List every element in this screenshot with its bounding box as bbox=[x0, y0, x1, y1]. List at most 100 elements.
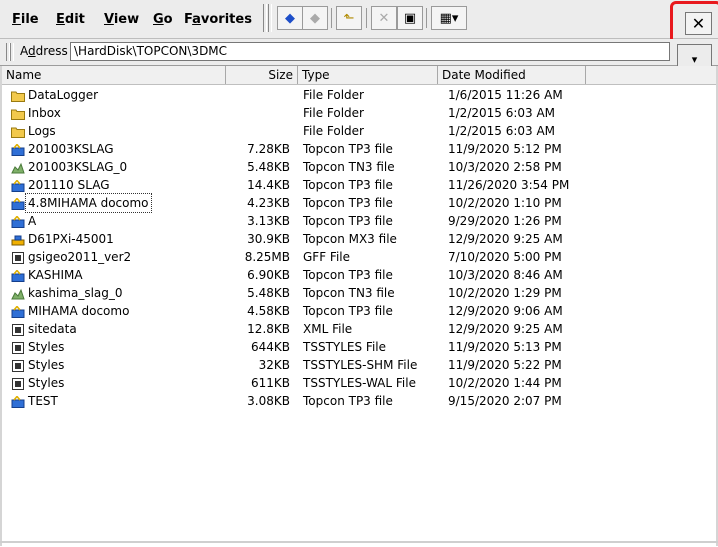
file-name: MIHAMA docomo bbox=[28, 304, 130, 318]
menu-file-accel: F bbox=[12, 12, 21, 27]
file-row[interactable]: 201110 SLAG 14.4KB Topcon TP3 file 11/26/20… bbox=[2, 176, 716, 194]
menu-edit[interactable]: Edit bbox=[52, 9, 89, 31]
menu-favorites[interactable]: Favorites bbox=[180, 9, 256, 31]
toolbar-separator-3 bbox=[426, 8, 427, 28]
file-row[interactable]: sitedata 12.8KB XML File 12/9/2020 9:25 AM bbox=[2, 320, 716, 338]
address-grip-2[interactable] bbox=[10, 43, 14, 61]
file-name: 201003KSLAG bbox=[28, 142, 114, 156]
tp3-file-icon bbox=[11, 197, 25, 210]
address-bar: Address \HardDisk\TOPCON\3DMC bbox=[0, 39, 718, 66]
file-date: 10/2/2020 1:10 PM bbox=[448, 196, 562, 210]
address-label-rest: dress bbox=[35, 44, 68, 58]
column-header-date[interactable]: Date Modified bbox=[438, 66, 586, 84]
file-type: Topcon TP3 file bbox=[303, 178, 393, 192]
menu-go[interactable]: Go bbox=[149, 9, 177, 31]
back-button[interactable]: ◆ bbox=[277, 6, 303, 30]
file-name: sitedata bbox=[28, 322, 77, 336]
file-date: 11/26/2020 3:54 PM bbox=[448, 178, 570, 192]
file-type: TSSTYLES-WAL File bbox=[303, 376, 416, 390]
file-row[interactable]: 4.8MIHAMA docomo 4.23KB Topcon TP3 file 10/… bbox=[2, 193, 716, 213]
tn3-file-icon bbox=[11, 287, 25, 300]
file-type: Topcon TP3 file bbox=[303, 394, 393, 408]
file-type: Topcon TP3 file bbox=[303, 304, 393, 318]
file-row[interactable]: A 3.13KB Topcon TP3 file 9/29/2020 1:26 PM bbox=[2, 212, 716, 230]
file-date: 9/15/2020 2:07 PM bbox=[448, 394, 562, 408]
tp3-file-icon bbox=[11, 269, 25, 282]
menu-view-accel: V bbox=[104, 12, 114, 27]
file-row[interactable]: Logs File Folder 1/2/2015 6:03 AM bbox=[2, 122, 716, 140]
file-type: Topcon TN3 file bbox=[303, 160, 395, 174]
file-row[interactable]: KASHIMA 6.90KB Topcon TP3 file 10/3/2020 8:… bbox=[2, 266, 716, 284]
views-button[interactable]: ▦▾ bbox=[431, 6, 467, 30]
file-date: 10/3/2020 2:58 PM bbox=[448, 160, 562, 174]
menu-favorites-accel: a bbox=[192, 12, 201, 27]
up-folder-button[interactable]: ⬑ bbox=[336, 6, 362, 30]
file-date: 11/9/2020 5:22 PM bbox=[448, 358, 562, 372]
file-row[interactable]: 201003KSLAG 7.28KB Topcon TP3 file 11/9/202… bbox=[2, 140, 716, 158]
address-dropdown-button[interactable]: ▾ bbox=[677, 44, 712, 67]
file-size: 3.13KB bbox=[247, 214, 290, 228]
file-name: KASHIMA bbox=[28, 268, 83, 282]
tp3-file-icon bbox=[11, 143, 25, 156]
file-size: 5.48KB bbox=[247, 286, 290, 300]
tp3-file-icon bbox=[11, 395, 25, 408]
file-name: Inbox bbox=[28, 106, 61, 120]
file-size: 32KB bbox=[258, 358, 290, 372]
file-name: TEST bbox=[28, 394, 58, 408]
delete-button[interactable]: ✕ bbox=[371, 6, 397, 30]
file-type: Topcon TP3 file bbox=[303, 196, 393, 210]
file-type: XML File bbox=[303, 322, 353, 336]
file-name: Logs bbox=[28, 124, 56, 138]
file-row[interactable]: Styles 644KB TSSTYLES File 11/9/2020 5:13 P… bbox=[2, 338, 716, 356]
file-row[interactable]: gsigeo2011_ver2 8.25MB GFF File 7/10/2020 5… bbox=[2, 248, 716, 266]
file-row[interactable]: Styles 611KB TSSTYLES-WAL File 10/2/2020 1:… bbox=[2, 374, 716, 392]
file-row[interactable]: Styles 32KB TSSTYLES-SHM File 11/9/2020 5:2… bbox=[2, 356, 716, 374]
menu-file-label: ile bbox=[20, 12, 39, 27]
file-row[interactable]: kashima_slag_0 5.48KB Topcon TN3 file 10/2/… bbox=[2, 284, 716, 302]
column-header-size[interactable]: Size bbox=[226, 66, 298, 84]
tp3-file-icon bbox=[11, 305, 25, 318]
file-row[interactable]: TEST 3.08KB Topcon TP3 file 9/15/2020 2:07 … bbox=[2, 392, 716, 410]
file-name: gsigeo2011_ver2 bbox=[28, 250, 132, 264]
toolbar-grip-2[interactable] bbox=[268, 4, 272, 32]
back-arrow-icon: ◆ bbox=[285, 10, 295, 26]
file-type: Topcon TN3 file bbox=[303, 286, 395, 300]
document-icon bbox=[11, 251, 25, 264]
tp3-file-icon bbox=[11, 179, 25, 192]
toolbar-separator bbox=[331, 8, 332, 28]
address-input[interactable]: \HardDisk\TOPCON\3DMC bbox=[70, 42, 670, 61]
toolbar-grip[interactable] bbox=[263, 4, 267, 32]
file-size: 30.9KB bbox=[247, 232, 290, 246]
column-header-type[interactable]: Type bbox=[298, 66, 438, 84]
document-icon bbox=[11, 323, 25, 336]
file-size: 4.58KB bbox=[247, 304, 290, 318]
file-type: File Folder bbox=[303, 106, 364, 120]
file-date: 10/2/2020 1:44 PM bbox=[448, 376, 562, 390]
file-type: Topcon TP3 file bbox=[303, 214, 393, 228]
tn3-file-icon bbox=[11, 161, 25, 174]
file-row[interactable]: 201003KSLAG_0 5.48KB Topcon TN3 file 10/3/2… bbox=[2, 158, 716, 176]
column-header-name[interactable]: Name bbox=[2, 66, 226, 84]
folder-icon bbox=[11, 107, 25, 120]
file-row[interactable]: DataLogger File Folder 1/6/2015 11:26 AM bbox=[2, 86, 716, 104]
file-row[interactable]: Inbox File Folder 1/2/2015 6:03 AM bbox=[2, 104, 716, 122]
menu-file[interactable]: File bbox=[8, 9, 43, 31]
up-folder-icon: ⬑ bbox=[343, 10, 355, 26]
menu-view[interactable]: View bbox=[100, 9, 143, 31]
file-date: 1/6/2015 11:26 AM bbox=[448, 88, 563, 102]
file-type: Topcon TP3 file bbox=[303, 142, 393, 156]
toolbar-separator-2 bbox=[366, 8, 367, 28]
file-date: 10/3/2020 8:46 AM bbox=[448, 268, 563, 282]
close-button[interactable]: ✕ bbox=[685, 12, 712, 35]
file-date: 1/2/2015 6:03 AM bbox=[448, 106, 556, 120]
file-date: 11/9/2020 5:13 PM bbox=[448, 340, 562, 354]
file-name: D61PXi-45001 bbox=[28, 232, 114, 246]
document-icon bbox=[11, 341, 25, 354]
file-row[interactable]: MIHAMA docomo 4.58KB Topcon TP3 file 12/9/2… bbox=[2, 302, 716, 320]
properties-button[interactable]: ▣ bbox=[397, 6, 423, 30]
file-size: 4.23KB bbox=[247, 196, 290, 210]
forward-button[interactable]: ◆ bbox=[302, 6, 328, 30]
file-type: TSSTYLES File bbox=[303, 340, 387, 354]
file-row[interactable]: D61PXi-45001 30.9KB Topcon MX3 file 12/9/20… bbox=[2, 230, 716, 248]
file-date: 1/2/2015 6:03 AM bbox=[448, 124, 556, 138]
